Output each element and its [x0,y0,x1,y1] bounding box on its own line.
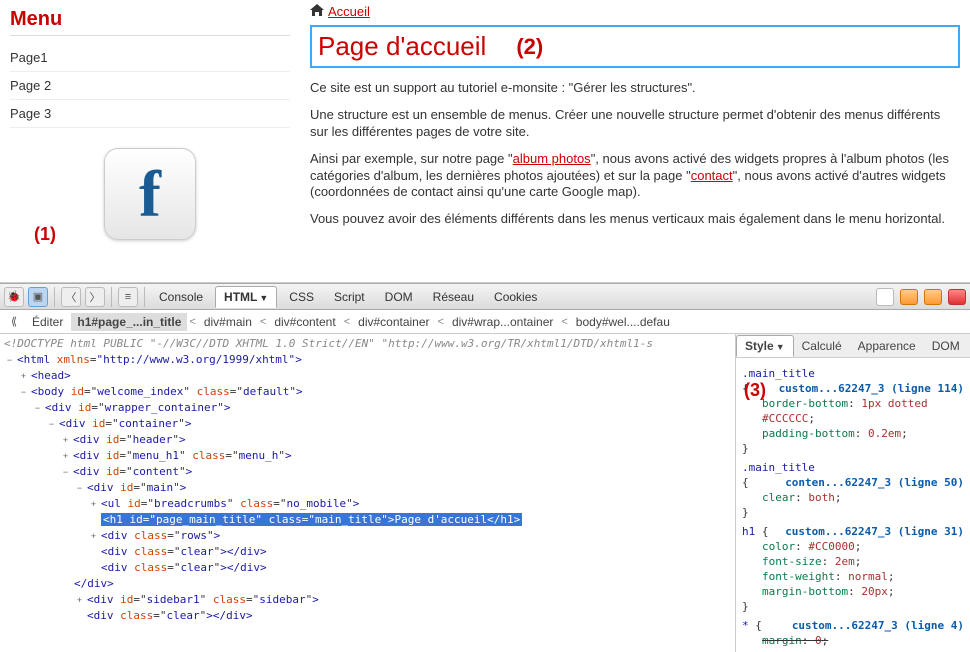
forward-button[interactable]: 〉 [85,287,105,307]
intro-p1: Ce site est un support au tutoriel e-mon… [310,80,960,97]
tab-style[interactable]: Style▼ [736,335,794,357]
toggle-icon[interactable]: − [32,400,43,416]
intro-p4: Vous pouvez avoir des éléments différent… [310,211,960,228]
menu-button[interactable]: ≡ [118,287,138,307]
tab-script[interactable]: Script [326,287,373,307]
menu-item-page2[interactable]: Page 2 [10,72,290,100]
annotation-3: (3) [744,380,766,401]
tab-dom-side[interactable]: DOM [924,336,968,356]
toggle-icon[interactable]: + [60,448,71,464]
crumb-divwrap[interactable]: div#wrap...ontainer [446,313,559,331]
crumb-divmain[interactable]: div#main [198,313,258,331]
album-photos-link[interactable]: album photos [513,151,591,166]
search-input[interactable] [876,288,894,306]
firebug-devtools: 🐞 ▣ 〈 〉 ≡ Console HTML▼ CSS Script DOM R… [0,283,970,652]
menu-item-page3[interactable]: Page 3 [10,100,290,128]
inspect-button[interactable]: ▣ [28,287,48,307]
css-file-link[interactable]: custom...62247_3 (ligne 114) [779,381,964,396]
crumb-divcontainer[interactable]: div#container [352,313,435,331]
css-file-link[interactable]: custom...62247_3 (ligne 4) [792,618,964,633]
style-tabs: Style▼ Calculé Apparence DOM [736,334,970,358]
page-title: Page d'accueil [318,31,486,62]
tab-dom[interactable]: DOM [377,287,421,307]
toggle-icon[interactable]: − [74,480,85,496]
intro-p2: Une structure est un ensemble de menus. … [310,107,960,141]
css-rules-panel[interactable]: .main_title custom...62247_3 (ligne 114)… [736,358,970,652]
chevron-down-icon: ▼ [259,293,268,303]
minimize-button[interactable] [900,289,918,305]
p3-segment: Ainsi par exemple, sur notre page " [310,151,513,166]
facebook-icon[interactable] [104,148,196,240]
selected-h1-line[interactable]: +<h1 id="page_main_title" class="main_ti… [4,512,731,528]
html-source-panel[interactable]: <!DOCTYPE html PUBLIC "-//W3C//DTD XHTML… [0,334,735,652]
toggle-icon[interactable]: + [18,368,29,384]
inspected-title-highlight: Page d'accueil (2) [310,25,960,68]
back-button[interactable]: 〈 [61,287,81,307]
toggle-icon[interactable]: − [60,464,71,480]
tab-css[interactable]: CSS [281,287,322,307]
toggle-icon[interactable]: + [74,592,85,608]
firebug-icon[interactable]: 🐞 [4,287,24,307]
annotation-2: (2) [516,34,543,60]
element-breadcrumb: ⟪ Éditer h1#page_...in_title < div#main … [0,310,970,334]
intro-p3: Ainsi par exemple, sur notre page "album… [310,151,960,202]
toggle-icon[interactable]: − [4,352,15,368]
tab-html[interactable]: HTML▼ [215,286,277,308]
breadcrumb-home-link[interactable]: Accueil [328,4,370,19]
breadcrumb: Accueil [310,4,960,19]
popout-button[interactable] [924,289,942,305]
tab-calcule[interactable]: Calculé [794,336,850,356]
home-icon[interactable] [310,4,324,19]
website-preview: Menu Page1 Page 2 Page 3 (1) Accueil Pag… [0,0,970,283]
crumb-h1[interactable]: h1#page_...in_title [71,313,187,331]
devtools-toolbar: 🐞 ▣ 〈 〉 ≡ Console HTML▼ CSS Script DOM R… [0,284,970,310]
toggle-icon[interactable]: + [88,496,99,512]
tab-console[interactable]: Console [151,287,211,307]
main-content: Accueil Page d'accueil (2) Ce site est u… [300,0,970,282]
crumb-body[interactable]: body#wel....defau [570,313,676,331]
menu-sidebar: Menu Page1 Page 2 Page 3 (1) [0,0,300,282]
menu-heading: Menu [10,8,290,36]
menu-item-page1[interactable]: Page1 [10,44,290,72]
tab-cookies[interactable]: Cookies [486,287,545,307]
doctype-line: <!DOCTYPE html PUBLIC "-//W3C//DTD XHTML… [4,336,731,352]
css-file-link[interactable]: conten...62247_3 (ligne 50) [785,475,964,490]
edit-button[interactable]: Éditer [26,313,69,331]
toggle-icon[interactable]: + [88,528,99,544]
contact-link[interactable]: contact [691,168,733,183]
chevron-down-icon: ▼ [776,342,785,352]
toggle-icon[interactable]: − [46,416,57,432]
tab-apparence[interactable]: Apparence [850,336,924,356]
toggle-icon[interactable]: + [60,432,71,448]
crumb-divcontent[interactable]: div#content [268,313,341,331]
toggle-icon[interactable]: − [18,384,29,400]
tab-reseau[interactable]: Réseau [425,287,482,307]
close-button[interactable] [948,289,966,305]
scroll-left-icon[interactable]: ⟪ [4,313,24,331]
annotation-1: (1) [34,224,56,245]
css-file-link[interactable]: custom...62247_3 (ligne 31) [785,524,964,539]
